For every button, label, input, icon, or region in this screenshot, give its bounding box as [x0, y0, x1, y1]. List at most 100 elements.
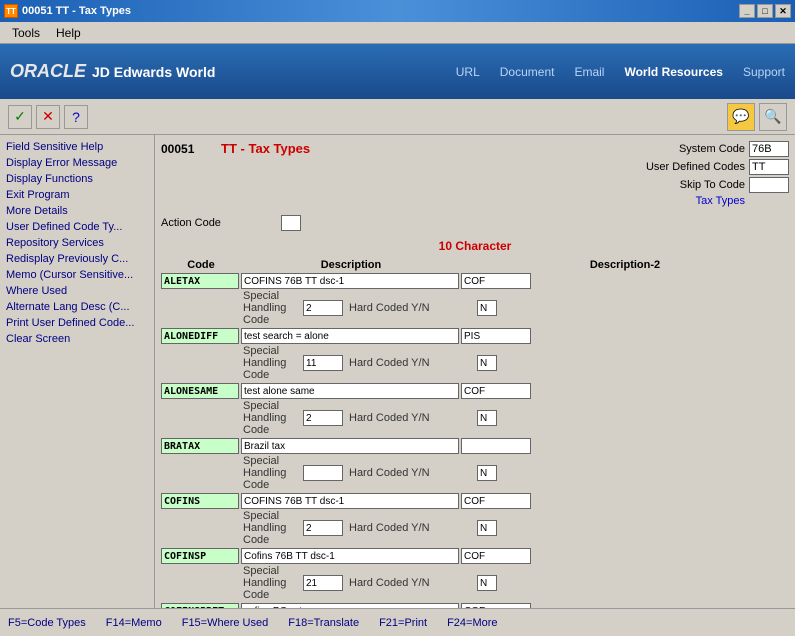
menu-bar: Tools Help [0, 22, 795, 44]
shc-field-1[interactable] [303, 355, 343, 371]
sidebar-item-alternate-lang-desc[interactable]: Alternate Lang Desc (C... [2, 299, 152, 315]
sidebar-item-print-user-defined[interactable]: Print User Defined Code... [2, 315, 152, 331]
sidebar-item-memo[interactable]: Memo (Cursor Sensitive... [2, 267, 152, 283]
sidebar-item-user-defined-code-types[interactable]: User Defined Code Ty... [2, 219, 152, 235]
desc-field-6[interactable] [241, 603, 459, 608]
hcy-field-5[interactable] [477, 575, 497, 591]
desc2-field-5[interactable] [461, 548, 531, 564]
sidebar-item-clear-screen[interactable]: Clear Screen [2, 331, 152, 347]
data-row-extra-1: Special Handling Code Hard Coded Y/N [161, 345, 789, 381]
cancel-button[interactable]: ✕ [36, 105, 60, 129]
shc-field-4[interactable] [303, 520, 343, 536]
shc-field-0[interactable] [303, 300, 343, 316]
oracle-brand: ORACLE [10, 61, 86, 82]
nav-url[interactable]: URL [456, 65, 480, 79]
hcy-label-2: Hard Coded Y/N [345, 412, 475, 424]
close-button[interactable]: ✕ [775, 4, 791, 18]
sidebar: Field Sensitive Help Display Error Messa… [0, 135, 155, 608]
confirm-button[interactable]: ✓ [8, 105, 32, 129]
window-title: 00051 TT - Tax Types [22, 5, 131, 17]
code-field-2[interactable] [161, 383, 239, 399]
system-code-input[interactable] [749, 141, 789, 157]
help-button[interactable]: ? [64, 105, 88, 129]
data-row-main-0 [161, 273, 789, 289]
shc-label-4: Special Handling Code [161, 510, 301, 546]
skip-to-code-row: Skip To Code [635, 177, 789, 193]
desc-field-1[interactable] [241, 328, 459, 344]
code-field-1[interactable] [161, 328, 239, 344]
sidebar-item-repository-services[interactable]: Repository Services [2, 235, 152, 251]
hcy-field-4[interactable] [477, 520, 497, 536]
minimize-button[interactable]: _ [739, 4, 755, 18]
code-field-6[interactable] [161, 603, 239, 608]
sidebar-item-display-functions[interactable]: Display Functions [2, 171, 152, 187]
status-f15[interactable]: F15=Where Used [182, 617, 269, 629]
action-code-row: Action Code [161, 215, 789, 231]
code-field-5[interactable] [161, 548, 239, 564]
desc-field-3[interactable] [241, 438, 459, 454]
hcy-field-2[interactable] [477, 410, 497, 426]
shc-label-3: Special Handling Code [161, 455, 301, 491]
code-field-0[interactable] [161, 273, 239, 289]
action-code-input[interactable] [281, 215, 301, 231]
table-header: Code Description Description-2 [161, 259, 789, 271]
status-f14[interactable]: F14=Memo [106, 617, 162, 629]
hcy-label-5: Hard Coded Y/N [345, 577, 475, 589]
skip-to-code-input[interactable] [749, 177, 789, 193]
code-field-4[interactable] [161, 493, 239, 509]
menu-help[interactable]: Help [48, 24, 89, 42]
desc2-field-2[interactable] [461, 383, 531, 399]
desc2-field-1[interactable] [461, 328, 531, 344]
data-row-extra-2: Special Handling Code Hard Coded Y/N [161, 400, 789, 436]
nav-document[interactable]: Document [500, 65, 555, 79]
status-f18[interactable]: F18=Translate [288, 617, 359, 629]
data-row-main-2 [161, 383, 789, 399]
desc2-field-3[interactable] [461, 438, 531, 454]
shc-label-0: Special Handling Code [161, 290, 301, 326]
desc2-field-6[interactable] [461, 603, 531, 608]
desc-field-2[interactable] [241, 383, 459, 399]
sidebar-item-more-details[interactable]: More Details [2, 203, 152, 219]
hcy-field-1[interactable] [477, 355, 497, 371]
sidebar-item-display-error-message[interactable]: Display Error Message [2, 155, 152, 171]
toolbar-right: 💬 🔍 [727, 103, 787, 131]
chat-button[interactable]: 💬 [727, 103, 755, 131]
shc-field-2[interactable] [303, 410, 343, 426]
user-defined-codes-input[interactable] [749, 159, 789, 175]
sidebar-item-where-used[interactable]: Where Used [2, 283, 152, 299]
table-row: Special Handling Code Hard Coded Y/N [161, 438, 789, 491]
main-container: Field Sensitive Help Display Error Messa… [0, 135, 795, 608]
system-code-row: System Code [635, 141, 789, 157]
nav-email[interactable]: Email [574, 65, 604, 79]
status-f21[interactable]: F21=Print [379, 617, 427, 629]
col-header-desc: Description [241, 259, 461, 271]
nav-support[interactable]: Support [743, 65, 785, 79]
sidebar-item-exit-program[interactable]: Exit Program [2, 187, 152, 203]
hcy-field-0[interactable] [477, 300, 497, 316]
jde-brand: JD Edwards World [92, 64, 215, 80]
hcy-field-3[interactable] [477, 465, 497, 481]
shc-field-5[interactable] [303, 575, 343, 591]
data-row-main-3 [161, 438, 789, 454]
search-button[interactable]: 🔍 [759, 103, 787, 131]
sidebar-item-field-sensitive-help[interactable]: Field Sensitive Help [2, 139, 152, 155]
col-header-code: Code [161, 259, 241, 271]
maximize-button[interactable]: □ [757, 4, 773, 18]
desc-field-4[interactable] [241, 493, 459, 509]
user-defined-codes-label: User Defined Codes [635, 161, 745, 173]
table-row: Special Handling Code Hard Coded Y/N [161, 328, 789, 381]
nav-world-resources[interactable]: World Resources [624, 65, 722, 79]
shc-field-3[interactable] [303, 465, 343, 481]
code-field-3[interactable] [161, 438, 239, 454]
desc2-field-4[interactable] [461, 493, 531, 509]
form-header: 00051 TT - Tax Types System Code User De… [161, 141, 789, 207]
title-bar-left: TT 00051 TT - Tax Types [4, 4, 131, 18]
desc-field-5[interactable] [241, 548, 459, 564]
menu-tools[interactable]: Tools [4, 24, 48, 42]
status-f5[interactable]: F5=Code Types [8, 617, 86, 629]
skip-to-code-label: Skip To Code [635, 179, 745, 191]
desc-field-0[interactable] [241, 273, 459, 289]
status-f24[interactable]: F24=More [447, 617, 497, 629]
sidebar-item-redisplay[interactable]: Redisplay Previously C... [2, 251, 152, 267]
desc2-field-0[interactable] [461, 273, 531, 289]
